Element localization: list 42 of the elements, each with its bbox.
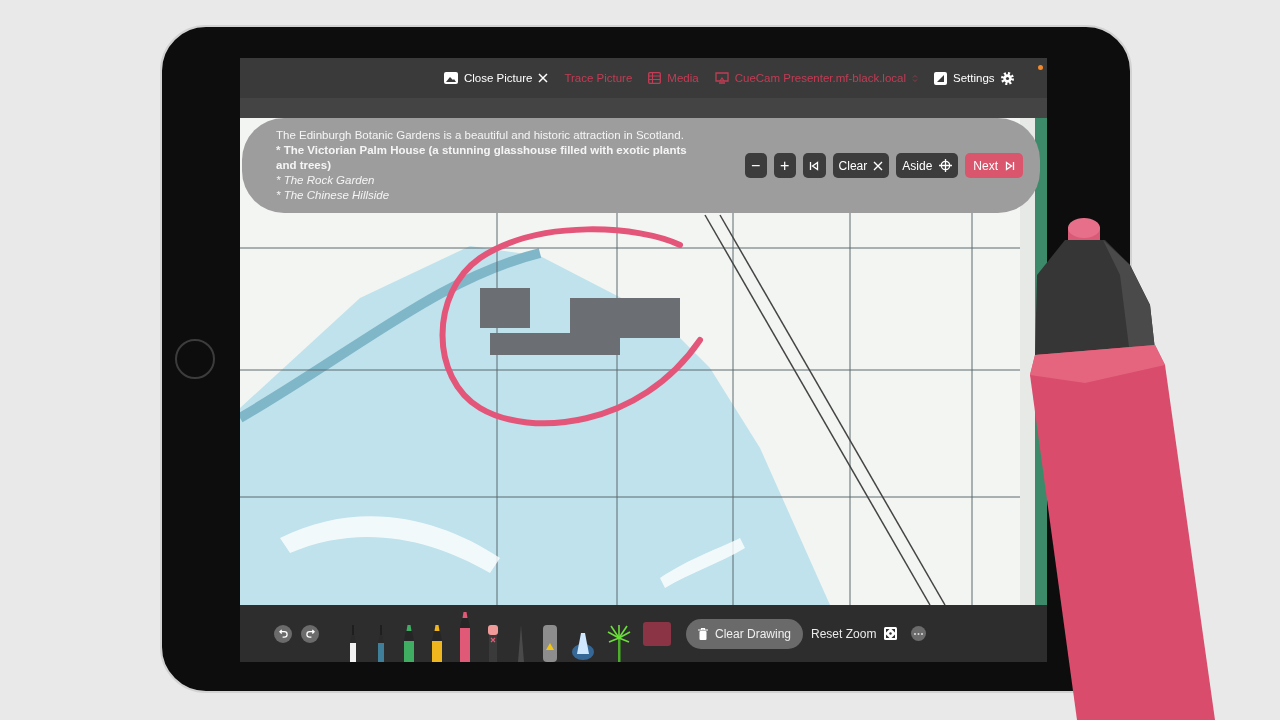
close-icon (873, 160, 884, 171)
caption-line: * The Victorian Palm House (a stunning glasshouse filled with exotic plants and trees) (276, 143, 688, 173)
caption-line: * The Chinese Hillside (276, 188, 391, 203)
more-button[interactable] (911, 626, 927, 641)
eraser-icon[interactable] (485, 625, 501, 662)
undo-button[interactable] (274, 624, 292, 643)
restart-button[interactable] (802, 153, 826, 178)
crosshair-icon (939, 159, 953, 172)
reset-zoom-button[interactable]: Reset Zoom (811, 618, 898, 649)
caption-line: The Edinburgh Botanic Gardens is a beautiful and historic attraction in Scotland. (276, 128, 685, 143)
corners-square-icon (884, 627, 898, 640)
gear-icon (1000, 71, 1014, 85)
redo-button[interactable] (301, 624, 319, 643)
marker-icon[interactable] (457, 612, 473, 662)
caption-line: * The Rock Garden (276, 173, 376, 188)
next-button[interactable]: Next (965, 153, 1023, 178)
zoom-in-button[interactable]: + (773, 153, 796, 178)
marker-icon[interactable] (429, 625, 445, 662)
trash-icon (698, 627, 708, 640)
spray-can-icon[interactable] (541, 625, 559, 662)
media-grid-icon (648, 72, 662, 84)
marker-icon[interactable] (401, 625, 417, 662)
home-ring-icon (175, 339, 215, 379)
zoom-out-button[interactable]: − (744, 153, 767, 178)
clear-drawing-button[interactable]: Clear Drawing (686, 618, 804, 649)
color-swatch-icon[interactable] (643, 621, 671, 646)
status-dot-icon (1038, 65, 1043, 70)
more-icon (914, 632, 924, 635)
redo-icon (305, 629, 315, 638)
settings-button[interactable]: Settings (934, 71, 1014, 85)
close-icon (538, 73, 549, 83)
screen-icon (714, 72, 729, 84)
chevron-up-down-icon (912, 73, 918, 83)
picture-icon (934, 71, 947, 85)
aside-button[interactable]: Aside (896, 153, 959, 178)
palm-tree-icon[interactable] (607, 625, 631, 662)
undo-icon (278, 629, 288, 638)
skip-back-icon (809, 160, 820, 171)
image-icon (444, 72, 458, 84)
clear-button[interactable]: Clear (832, 153, 890, 178)
skip-forward-icon (1005, 160, 1015, 171)
close-picture-button[interactable]: Close Picture (444, 71, 549, 85)
